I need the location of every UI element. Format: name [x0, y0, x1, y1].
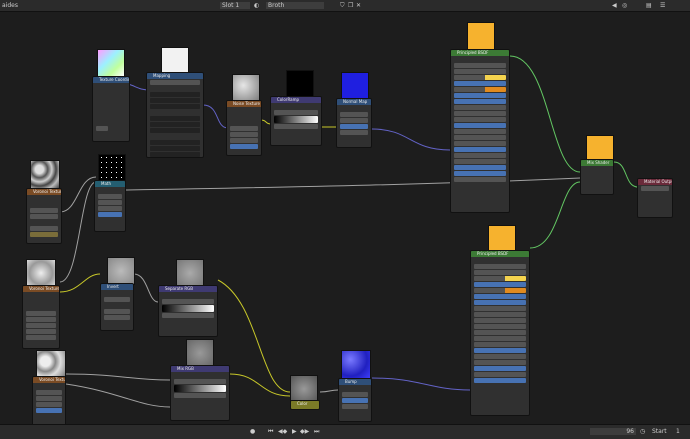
texture-coordinate-node[interactable]: Texture Coordinate [92, 76, 130, 142]
principled-bsdf-node-1[interactable]: Principled BSDF [450, 49, 510, 213]
clock-icon[interactable]: ◷ [640, 428, 645, 435]
node-header: Separate RGB [159, 286, 217, 292]
copy-icon[interactable]: ❐ [348, 2, 353, 9]
mix-rgb-preview [186, 339, 214, 367]
start-frame-field[interactable]: 1 [676, 428, 680, 435]
material-name-field[interactable]: Broth [266, 2, 324, 9]
math-node[interactable]: Math [94, 180, 126, 232]
view-menu-icon[interactable]: ☰ [660, 2, 665, 9]
next-key-icon[interactable]: ◆▶ [300, 428, 309, 435]
node-header: Principled BSDF [471, 251, 529, 257]
bump-normal-preview [341, 350, 371, 380]
start-label: Start [652, 428, 667, 435]
normal-map-node[interactable]: Normal Map [336, 98, 372, 148]
node-header: Voronoi Texture [27, 189, 61, 195]
node-header: Material Output [638, 179, 672, 185]
node-header: Voronoi Texture [23, 286, 59, 292]
separate-rgb-node[interactable]: Separate RGB [158, 285, 218, 337]
node-header: Principled BSDF [451, 50, 509, 56]
slot-dropdown[interactable]: Slot 1 [220, 2, 250, 9]
mapping-node[interactable]: Mapping [146, 72, 204, 158]
voronoi-texture-node-1[interactable]: Voronoi Texture [26, 188, 62, 244]
separate-rgb-preview [176, 259, 204, 287]
material-sphere-icon[interactable]: ◐ [254, 2, 259, 9]
voronoi-texture-node-2[interactable]: Voronoi Texture [22, 285, 60, 349]
play-icon[interactable]: ▶ [292, 428, 297, 435]
node-editor-canvas[interactable]: Texture Coordinate Mapping Noise Texture… [0, 12, 690, 428]
voronoi-texture-node-3[interactable]: Voronoi Texture [32, 376, 66, 428]
node-header: Normal Map [337, 99, 371, 105]
color-ramp-preview [286, 70, 314, 98]
voronoi-1-preview [30, 160, 60, 190]
timeline-bar: ● ⏮ ◀◆ ▶ ◆▶ ⏭ 96 ◷ Start 1 [0, 424, 690, 439]
normal-map-preview [341, 72, 369, 100]
node-header: Voronoi Texture [33, 377, 65, 383]
node-header: Invert [101, 284, 133, 290]
node-header: Color [291, 401, 319, 407]
noise-texture-node[interactable]: Noise Texture [226, 100, 262, 156]
principled-1-preview [467, 22, 495, 52]
node-header: Mix Shader [581, 160, 613, 166]
voronoi-3-preview [36, 350, 66, 378]
jump-start-icon[interactable]: ⏮ [268, 428, 273, 436]
node-header: ColorRamp [271, 97, 321, 103]
math-preview [98, 154, 126, 182]
editor-name: aides [2, 2, 18, 9]
mix-rgb-node[interactable]: Mix RGB [170, 365, 230, 421]
jump-end-icon[interactable]: ⏭ [314, 428, 319, 436]
node-header: Noise Texture [227, 101, 261, 107]
bump-node[interactable]: Bump [338, 378, 372, 422]
close-icon[interactable]: ✕ [356, 2, 361, 9]
top-header: aides Slot 1 ◐ Broth ⛉ ❐ ✕ ◀ ◎ ▤ ☰ [0, 0, 690, 12]
node-header: Mapping [147, 73, 203, 79]
node-header: Texture Coordinate [93, 77, 129, 83]
node-header: Math [95, 181, 125, 187]
pin-icon[interactable]: ◀ [612, 2, 617, 9]
principled-bsdf-node-2[interactable]: Principled BSDF [470, 250, 530, 416]
material-output-node[interactable]: Material Output [637, 178, 673, 218]
color-ramp-node[interactable]: ColorRamp [270, 96, 322, 146]
node-header: Bump [339, 379, 371, 385]
mapping-preview [161, 47, 189, 75]
principled-2-preview [488, 225, 516, 253]
mix-shader-preview [586, 135, 614, 161]
noise-preview [232, 74, 260, 102]
invert-preview [107, 257, 135, 285]
node-header: Mix RGB [171, 366, 229, 372]
mix-shader-node[interactable]: Mix Shader [580, 159, 614, 195]
record-icon[interactable]: ● [250, 428, 255, 435]
current-frame-field[interactable]: 96 [590, 428, 636, 435]
prev-key-icon[interactable]: ◀◆ [278, 428, 287, 435]
tex-coord-preview [97, 49, 125, 77]
sidebar-toggle-icon[interactable]: ▤ [646, 2, 652, 9]
overlay-icon[interactable]: ◎ [622, 2, 627, 9]
reroute-color-node[interactable]: Color [290, 400, 320, 410]
bump-preview [290, 375, 318, 403]
fake-user-icon[interactable]: ⛉ [340, 2, 345, 10]
invert-node[interactable]: Invert [100, 283, 134, 331]
voronoi-2-preview [26, 259, 56, 287]
